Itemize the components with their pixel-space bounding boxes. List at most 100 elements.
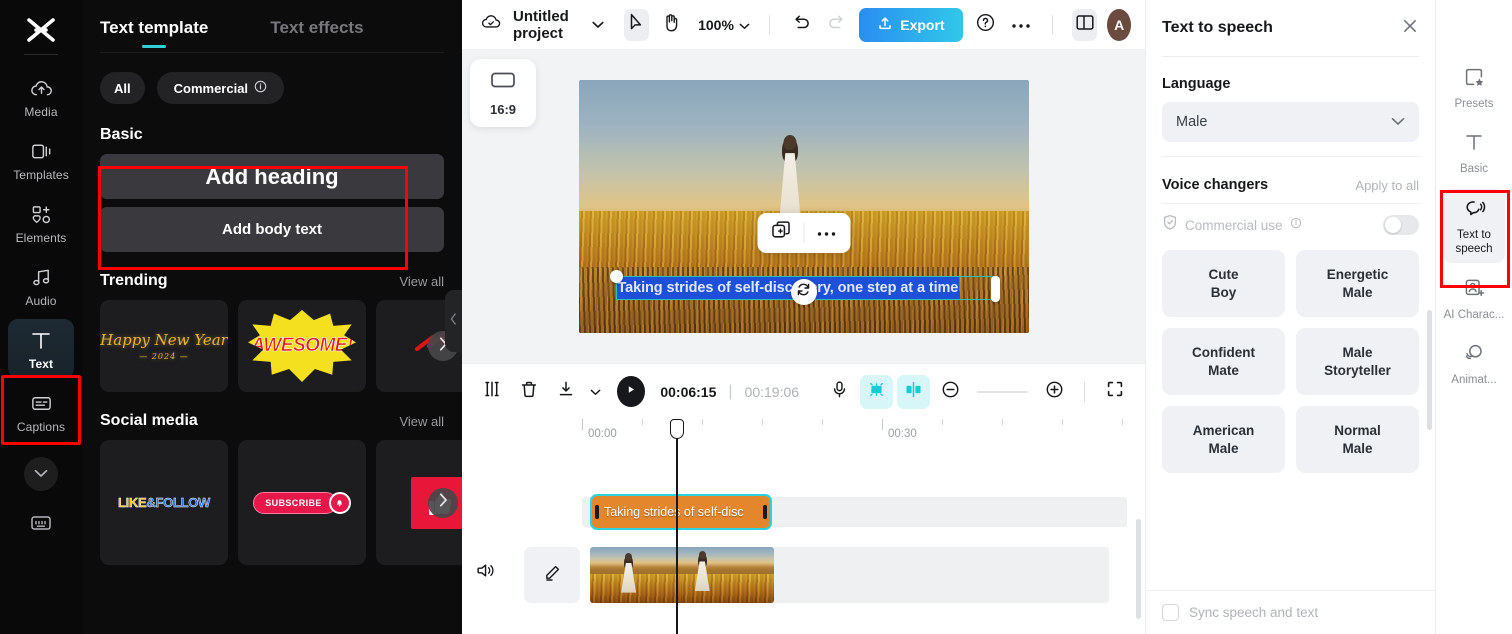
sidebar-item-templates[interactable]: Templates xyxy=(8,130,74,189)
timeline-ruler[interactable]: 00:00 00:30 xyxy=(582,419,1145,445)
chevron-left-icon xyxy=(450,312,457,330)
templates-icon xyxy=(30,139,53,163)
sync-speech-checkbox[interactable] xyxy=(1162,604,1179,621)
social-next-button[interactable] xyxy=(428,487,458,518)
aspect-ratio-button[interactable]: 16:9 xyxy=(470,59,536,127)
voice-card-male-storyteller[interactable]: Male Storyteller xyxy=(1296,328,1419,395)
language-select[interactable]: Male xyxy=(1162,102,1419,142)
right-rail-label: Presets xyxy=(1454,98,1494,110)
text-clip[interactable]: Taking strides of self-disc xyxy=(590,494,772,530)
toolbar-divider xyxy=(768,14,770,35)
resize-handle-top-left[interactable] xyxy=(609,269,623,283)
text-template-panel: Text template Text effects All Commercia… xyxy=(82,0,462,634)
bell-icon xyxy=(328,491,351,514)
split-layout-icon xyxy=(1075,13,1095,37)
clip-trim-handle-right[interactable] xyxy=(763,505,767,519)
add-heading-button[interactable]: Add heading xyxy=(100,154,444,199)
speaker-icon[interactable] xyxy=(476,561,497,585)
timeline-zoom-out-button[interactable] xyxy=(934,375,967,409)
text-more-button[interactable] xyxy=(806,216,846,250)
hand-tool-button[interactable] xyxy=(659,9,684,41)
duplicate-button[interactable] xyxy=(761,216,801,250)
language-value: Male xyxy=(1176,114,1208,130)
sidebar-item-audio[interactable]: Audio xyxy=(8,256,74,315)
add-body-text-button[interactable]: Add body text xyxy=(100,207,444,252)
apply-to-all-button[interactable]: Apply to all xyxy=(1355,178,1419,193)
sidebar-item-captions[interactable]: Captions xyxy=(8,382,74,441)
fullscreen-button[interactable] xyxy=(1098,375,1131,409)
commercial-use-toggle[interactable] xyxy=(1383,215,1419,235)
download-options-button[interactable] xyxy=(587,375,605,409)
voice-card-confident-mate[interactable]: Confident Mate xyxy=(1162,328,1285,395)
template-thumb-subscribe[interactable]: SUBSCRIBE xyxy=(238,440,366,565)
select-tool-button[interactable] xyxy=(623,8,649,41)
timeline-zoom-slider[interactable] xyxy=(977,390,1029,393)
rotate-handle[interactable] xyxy=(790,279,817,305)
more-options-button[interactable] xyxy=(1008,9,1033,41)
help-button[interactable] xyxy=(973,9,998,41)
edit-clip-button[interactable] xyxy=(524,547,580,603)
split-clip-button[interactable] xyxy=(476,375,509,409)
right-rail-item-text-to-speech[interactable]: Text to speech xyxy=(1443,188,1505,263)
clip-trim-handle-left[interactable] xyxy=(595,505,599,519)
template-thumb-like-follow[interactable]: LIKE&FOLLOW xyxy=(100,440,228,565)
chevron-down-icon xyxy=(34,465,48,483)
sidebar-item-media[interactable]: Media xyxy=(8,67,74,126)
capcut-logo[interactable] xyxy=(21,10,61,50)
thumb-text: AWESOME! xyxy=(251,335,354,357)
ruler-label: 00:30 xyxy=(888,428,917,440)
trending-view-all[interactable]: View all xyxy=(399,274,444,289)
playhead-knob[interactable] xyxy=(670,419,684,439)
undo-button[interactable] xyxy=(789,9,814,41)
auto-cut-button[interactable] xyxy=(860,374,894,409)
panel-scrollbar[interactable] xyxy=(1427,310,1432,430)
thumb-text: SUBSCRIBE xyxy=(253,491,337,514)
timeline-zoom-in-button[interactable] xyxy=(1038,375,1071,409)
voice-card-american-male[interactable]: American Male xyxy=(1162,406,1285,473)
template-thumb-happy-new-year[interactable]: Happy New Year — 2024 — xyxy=(100,300,228,392)
zoom-level-selector[interactable]: 100% xyxy=(698,17,750,33)
right-rail-item-basic[interactable]: Basic xyxy=(1443,123,1505,182)
right-rail-item-ai-character[interactable]: AI Charac... xyxy=(1443,269,1505,328)
tab-text-template[interactable]: Text template xyxy=(100,18,208,52)
sidebar-collapse-button[interactable] xyxy=(24,457,58,491)
download-button[interactable] xyxy=(550,375,583,409)
video-clip[interactable] xyxy=(590,547,774,603)
chip-all[interactable]: All xyxy=(100,72,145,104)
keyboard-shortcuts-button[interactable] xyxy=(29,513,53,537)
resize-handle-right[interactable] xyxy=(990,275,1000,302)
tab-text-effects[interactable]: Text effects xyxy=(270,18,363,52)
voice-card-normal-male[interactable]: Normal Male xyxy=(1296,406,1419,473)
sidebar-item-elements[interactable]: Elements xyxy=(8,193,74,252)
panel-collapse-button[interactable] xyxy=(445,290,462,352)
question-circle-icon xyxy=(975,12,996,38)
redo-button[interactable] xyxy=(824,9,849,41)
social-view-all[interactable]: View all xyxy=(399,414,444,429)
undo-icon xyxy=(792,14,811,36)
microphone-button[interactable] xyxy=(823,375,856,409)
trending-thumbnails: Happy New Year — 2024 — AWESOME! xyxy=(82,300,462,392)
video-thumbnail-frame xyxy=(682,547,774,603)
voice-card-cute-boy[interactable]: Cute Boy xyxy=(1162,250,1285,317)
text-overlay-content[interactable]: Taking strides of self-discovery, one st… xyxy=(616,276,960,299)
avatar[interactable]: A xyxy=(1107,8,1132,41)
mirror-button[interactable] xyxy=(897,374,931,409)
hand-icon xyxy=(662,13,680,37)
chevron-down-icon[interactable] xyxy=(591,16,604,34)
project-name-group[interactable]: Untitled project xyxy=(480,8,604,42)
voice-card-energetic-male[interactable]: Energetic Male xyxy=(1296,250,1419,317)
right-rail-item-animation[interactable]: Animat... xyxy=(1443,334,1505,393)
sidebar-item-text[interactable]: Text xyxy=(8,319,74,378)
chip-commercial[interactable]: Commercial xyxy=(156,72,285,104)
voice-line-2: Storyteller xyxy=(1324,363,1391,378)
info-icon[interactable] xyxy=(1290,216,1302,234)
template-thumb-awesome[interactable]: AWESOME! xyxy=(238,300,366,392)
timeline-scrollbar[interactable] xyxy=(1136,519,1141,619)
play-button[interactable] xyxy=(617,376,646,407)
close-icon[interactable] xyxy=(1401,17,1419,40)
right-rail-item-presets[interactable]: Presets xyxy=(1443,58,1505,117)
export-button[interactable]: Export xyxy=(859,7,963,42)
delete-button[interactable] xyxy=(513,375,546,409)
timeline-area[interactable]: 00:00 00:30 Taking strides of self-disc xyxy=(462,419,1145,634)
layout-toggle-button[interactable] xyxy=(1071,8,1098,41)
